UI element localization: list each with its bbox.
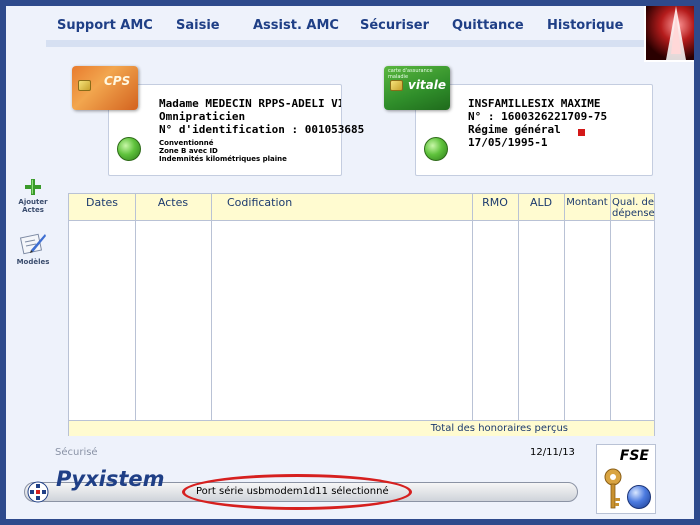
plus-icon — [25, 179, 41, 195]
vitale-card-label: vitale — [408, 78, 447, 92]
practitioner-zone: Zone B avec ID — [159, 147, 218, 155]
add-acts-button[interactable]: Ajouter Actes — [14, 178, 52, 214]
cps-card-icon: CPS — [72, 66, 138, 110]
current-date: 12/11/13 — [530, 447, 575, 458]
menu-support-amc[interactable]: Support AMC — [57, 18, 153, 33]
col-actes: Actes — [157, 196, 189, 209]
menu-saisie[interactable]: Saisie — [176, 18, 220, 33]
menu-historique[interactable]: Historique — [547, 18, 623, 33]
pyxistem-logo-icon — [27, 481, 49, 503]
practitioner-card[interactable]: Madame MEDECIN RPPS-ADELI VII Omnipratic… — [108, 84, 364, 176]
menu-quittance[interactable]: Quittance — [452, 18, 524, 33]
app-logo-icon — [644, 6, 694, 62]
acts-table[interactable]: Dates Actes Codification RMO ALD Montant… — [68, 193, 655, 436]
chip-icon — [78, 80, 91, 91]
col-divider — [472, 194, 473, 420]
col-ald: ALD — [529, 196, 553, 209]
brand-logo: Pyxistem — [56, 467, 165, 491]
vitale-status-icon — [424, 137, 448, 161]
patient-name: INSFAMILLESIX MAXIME — [468, 97, 601, 110]
add-acts-label-1: Ajouter — [18, 198, 48, 206]
col-divider — [211, 194, 212, 420]
menu-securiser[interactable]: Sécuriser — [360, 18, 429, 33]
cps-card-label: CPS — [104, 74, 131, 88]
models-label: Modèles — [16, 258, 50, 266]
col-divider — [135, 194, 136, 420]
patient-regime: Régime général — [468, 123, 561, 136]
menu-underline — [46, 40, 646, 47]
secured-status: Sécurisé — [55, 447, 98, 458]
status-highlight-circle — [182, 474, 412, 510]
practitioner-convention: Conventionné — [159, 139, 214, 147]
app-window: Support AMC Saisie Assist. AMC Sécuriser… — [6, 6, 694, 519]
cps-status-icon — [117, 137, 141, 161]
practitioner-id: N° d'identification : 001053685 — [159, 123, 365, 136]
fse-status-icon — [627, 485, 651, 509]
practitioner-specialty: Omnipraticien — [159, 110, 246, 123]
patient-card[interactable]: INSFAMILLESIX MAXIME N° : 1600326221709-… — [415, 84, 653, 176]
total-fees-label: Total des honoraires perçus — [430, 423, 568, 434]
patient-number: N° : 1600326221709-75 — [468, 110, 608, 123]
fse-button[interactable]: FSE — [596, 444, 656, 514]
practitioner-ik: Indemnités kilométriques plaine — [159, 155, 287, 163]
col-divider — [518, 194, 519, 420]
col-codification: Codification — [227, 196, 293, 209]
chip-icon — [390, 80, 403, 91]
table-footer: Total des honoraires perçus — [69, 420, 654, 436]
col-montant: Montant — [566, 197, 608, 208]
practitioner-name: Madame MEDECIN RPPS-ADELI VII — [159, 97, 341, 110]
col-rmo: RMO — [482, 196, 508, 209]
models-button[interactable]: Modèles — [14, 230, 52, 266]
menu-assist-amc[interactable]: Assist. AMC — [253, 18, 339, 33]
add-acts-label-2: Actes — [22, 206, 44, 214]
vitale-card-icon: carte d'assurance maladie vitale — [384, 66, 450, 110]
fse-label: FSE — [619, 448, 649, 464]
col-dates: Dates — [85, 196, 119, 209]
col-qual-depense: Qual. de dépense — [612, 197, 655, 219]
pen-paper-icon — [19, 233, 46, 255]
alert-square-icon — [578, 129, 585, 136]
key-icon — [604, 468, 622, 509]
col-divider — [610, 194, 611, 420]
patient-birth: 17/05/1995-1 — [468, 136, 548, 149]
col-divider — [564, 194, 565, 420]
